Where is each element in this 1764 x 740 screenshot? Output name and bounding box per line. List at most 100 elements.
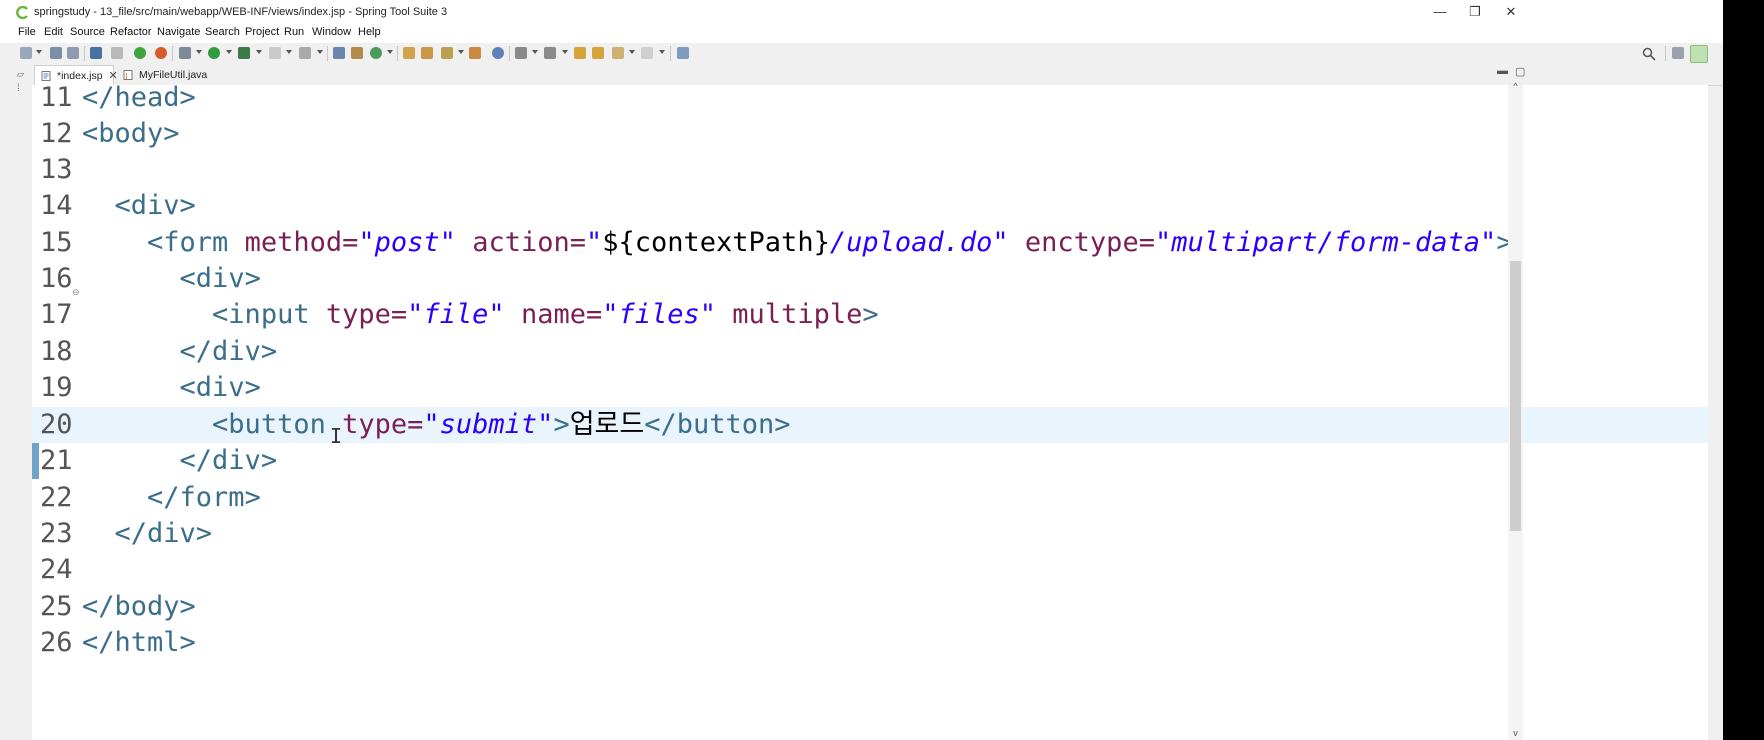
code-line[interactable]: 16 ⊖ <div> [32, 261, 1708, 298]
menu-source[interactable]: Source [70, 26, 105, 38]
new-java-project-icon[interactable] [333, 47, 345, 59]
code-line[interactable]: 17 <input type="file" name="files" multi… [32, 297, 1708, 333]
left-trim-bar: ▱ ⁞ [14, 65, 32, 740]
menu-window[interactable]: Window [312, 26, 351, 38]
line-number: 26 [40, 627, 73, 658]
code-line[interactable]: 19 <div> [32, 370, 1708, 406]
tab-index-jsp[interactable]: *index.jsp ✕ [34, 65, 118, 85]
line-number: 25 [40, 591, 73, 622]
menu-project[interactable]: Project [245, 26, 279, 38]
back-icon[interactable] [612, 47, 624, 59]
code-line[interactable]: 18 </div> [32, 334, 1708, 370]
outline-icon[interactable]: ⁞ [17, 83, 20, 94]
chevron-down-icon[interactable] [532, 50, 538, 54]
vertical-scrollbar[interactable]: ^ v [1508, 81, 1523, 740]
menu-run[interactable]: Run [284, 26, 304, 38]
code-text: > [862, 299, 879, 330]
code-line[interactable]: 13 [32, 152, 1708, 188]
menu-file[interactable]: File [18, 26, 36, 38]
open-folder-icon[interactable] [469, 47, 481, 59]
chevron-down-icon[interactable] [458, 50, 464, 54]
new-package-icon[interactable] [351, 47, 363, 59]
minimize-view-icon[interactable]: ▬ [1497, 65, 1508, 77]
menu-search[interactable]: Search [205, 26, 240, 38]
code-line[interactable]: 26 </html> [32, 625, 1708, 661]
maximize-button[interactable]: ❐ [1463, 4, 1487, 20]
chevron-down-icon[interactable] [286, 50, 292, 54]
terminal-icon[interactable] [90, 47, 102, 59]
toolbar-separator [327, 46, 328, 61]
menu-help[interactable]: Help [358, 26, 381, 38]
toolbar-separator [1665, 46, 1666, 61]
chevron-down-icon[interactable] [387, 50, 393, 54]
run-icon[interactable] [208, 47, 220, 59]
code-text: "multipart/form-data" [1154, 227, 1497, 258]
menu-navigate[interactable]: Navigate [157, 26, 200, 38]
skip-breakpoints-icon[interactable] [111, 47, 123, 59]
open-type-icon[interactable] [403, 47, 415, 59]
chevron-down-icon[interactable] [317, 50, 323, 54]
spring-boot-icon[interactable] [134, 47, 146, 59]
scroll-down-icon[interactable]: v [1509, 728, 1522, 738]
back-history-icon[interactable] [592, 47, 604, 59]
code-line[interactable]: 21 </div> [32, 443, 1708, 479]
restore-icon[interactable]: ▱ [17, 69, 24, 80]
code-text: <div> [179, 263, 261, 294]
line-number: 22 [40, 482, 73, 513]
code-text: multiple [732, 299, 863, 330]
save-all-icon[interactable] [67, 47, 79, 59]
search-icon[interactable] [1642, 47, 1656, 61]
maximize-view-icon[interactable]: ▢ [1515, 65, 1525, 78]
code-editor[interactable]: 11 </head> 12 <body> 13 14 <div> 15 <for… [32, 85, 1708, 740]
prev-annotation-icon[interactable] [544, 47, 556, 59]
chevron-down-icon[interactable] [226, 50, 232, 54]
forward-icon[interactable] [641, 47, 653, 59]
java-file-icon: J [123, 70, 133, 80]
code-line[interactable]: 24 [32, 552, 1708, 588]
code-text: " [585, 227, 603, 258]
current-code-line[interactable]: 20 <button type="submit">업로드</button> [32, 407, 1708, 443]
next-annotation-icon[interactable] [515, 47, 527, 59]
chevron-down-icon[interactable] [196, 50, 202, 54]
code-line[interactable]: 25 </body> [32, 589, 1708, 625]
new-class-icon[interactable] [370, 47, 382, 59]
tab-myfileutil-java[interactable]: J MyFileUtil.java [117, 65, 239, 85]
spring-perspective-icon[interactable] [1690, 45, 1708, 63]
debug-icon[interactable] [179, 47, 191, 59]
menu-refactor[interactable]: Refactor [110, 26, 152, 38]
code-line[interactable]: 15 <form method="post" action="${context… [32, 225, 1708, 261]
code-text: ${contextPath} [602, 227, 830, 258]
search-tool-icon[interactable] [441, 47, 453, 59]
browser-icon[interactable] [492, 47, 504, 59]
chevron-down-icon[interactable] [629, 50, 635, 54]
new-icon[interactable] [20, 47, 32, 59]
code-text: </body> [82, 591, 196, 622]
code-line[interactable]: 14 <div> [32, 188, 1708, 224]
code-line[interactable]: 23 </div> [32, 516, 1708, 552]
menu-edit[interactable]: Edit [44, 26, 63, 38]
close-window-button[interactable]: ✕ [1499, 4, 1523, 20]
chevron-down-icon[interactable] [36, 50, 42, 54]
scroll-up-icon[interactable]: ^ [1509, 81, 1522, 91]
pin-editor-icon[interactable] [677, 47, 689, 59]
code-line[interactable]: 12 <body> [32, 116, 1708, 152]
code-text: "post" [358, 227, 456, 258]
stop-icon[interactable] [269, 47, 281, 59]
code-text: </div> [114, 518, 213, 549]
relaunch-icon[interactable] [155, 47, 167, 59]
code-line[interactable]: 11 </head> [32, 85, 1708, 116]
server-icon[interactable] [299, 47, 311, 59]
toolbar-separator [172, 46, 173, 61]
line-number: 23 [40, 518, 73, 549]
last-edit-icon[interactable] [574, 47, 586, 59]
open-task-icon[interactable] [421, 47, 433, 59]
external-tools-icon[interactable] [238, 47, 250, 59]
code-line[interactable]: 22 </form> [32, 480, 1708, 516]
chevron-down-icon[interactable] [659, 50, 665, 54]
chevron-down-icon[interactable] [562, 50, 568, 54]
scrollbar-thumb[interactable] [1510, 261, 1521, 531]
open-perspective-icon[interactable] [1672, 47, 1684, 59]
save-icon[interactable] [50, 47, 62, 59]
minimize-button[interactable]: — [1428, 4, 1452, 20]
chevron-down-icon[interactable] [256, 50, 262, 54]
